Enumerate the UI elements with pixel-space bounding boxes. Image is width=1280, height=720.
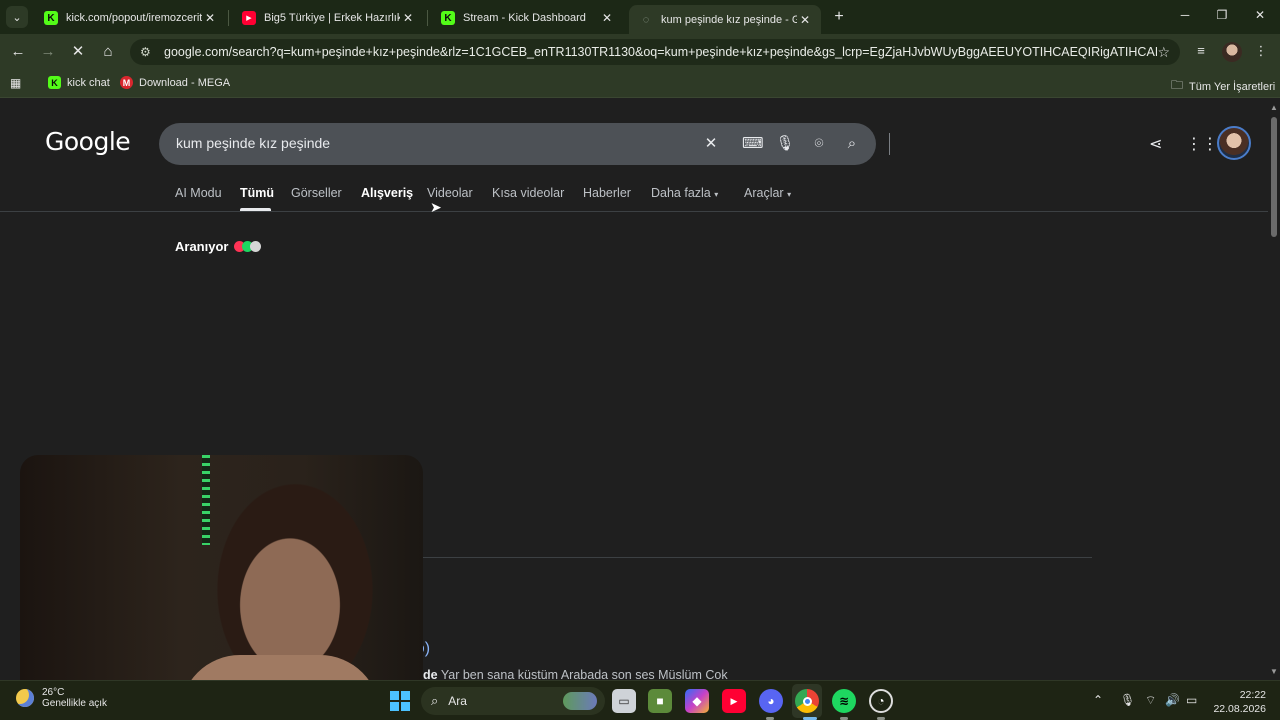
result-snippet: eşinde Yar ben sana küstüm Arabada son s… — [398, 668, 728, 680]
browser-tabstrip: ⌄ K kick.com/popout/iremozceritt/c ✕ ▶ B… — [0, 0, 1280, 34]
battery-icon[interactable]: ▭ — [1186, 693, 1197, 707]
youtube-icon[interactable]: ▶ — [722, 689, 746, 713]
new-tab-plus-icon[interactable]: + — [830, 8, 848, 26]
chrome-icon[interactable] — [795, 689, 819, 713]
minimize-icon[interactable]: ─ — [1175, 8, 1195, 22]
search-divider — [889, 133, 890, 155]
tab-ai-mode[interactable]: AI Modu — [175, 186, 222, 200]
windows-start-icon[interactable] — [390, 691, 410, 711]
minecraft-icon[interactable]: ■ — [648, 689, 672, 713]
restore-icon[interactable]: ❐ — [1212, 8, 1232, 22]
kick-icon: K — [44, 11, 58, 25]
weather-widget[interactable]: 26°C Genellikle açık — [16, 687, 107, 709]
folder-icon: 🗀 — [1171, 78, 1184, 92]
tab-google-search[interactable]: ◌ kum peşinde kız peşinde - Goog ✕ — [629, 5, 821, 34]
loading-spinner-icon: ◌ — [642, 13, 650, 26]
account-avatar[interactable] — [1217, 126, 1251, 160]
discord-icon[interactable]: ◕ — [759, 689, 783, 713]
google-apps-icon[interactable]: ⋮⋮ — [1186, 134, 1218, 154]
volume-icon[interactable]: 🔊 — [1165, 693, 1180, 707]
tab-news[interactable]: Haberler — [583, 186, 631, 200]
webcam-overlay — [20, 455, 423, 717]
close-tab-icon[interactable]: ✕ — [202, 11, 218, 25]
tab-short-videos[interactable]: Kısa videolar — [492, 186, 564, 200]
tab-separator — [427, 10, 428, 26]
bookmark-star-icon[interactable]: ☆ — [1157, 44, 1170, 61]
youtube-icon: ▶ — [242, 11, 256, 25]
taskbar-clock[interactable]: 22:22 22.08.2026 — [1212, 688, 1266, 716]
kick-icon: K — [441, 11, 455, 25]
address-bar[interactable]: ⚙ google.com/search?q=kum+peşinde+kız+pe… — [130, 39, 1180, 65]
share-icon[interactable]: ⋖ — [1149, 134, 1162, 154]
scrollbar-thumb[interactable] — [1271, 117, 1277, 237]
tab-kick-popout[interactable]: K kick.com/popout/iremozceritt/c ✕ — [34, 4, 226, 32]
dropdown-caret-icon: ▾ — [787, 190, 792, 199]
site-info-icon[interactable]: ⚙ — [140, 45, 154, 59]
taskbar-search[interactable]: ⌕ Ara — [421, 687, 605, 715]
close-tab-icon[interactable]: ✕ — [797, 13, 813, 27]
search-input[interactable]: kum peşinde kız peşinde — [176, 135, 330, 151]
scroll-down-icon[interactable]: ▼ — [1270, 667, 1278, 676]
task-view-icon[interactable]: ▭ — [612, 689, 636, 713]
tab-separator — [228, 10, 229, 26]
home-icon[interactable]: ⌂ — [98, 42, 118, 62]
search-icon[interactable]: ⌕ — [842, 134, 862, 154]
page-scrollbar[interactable]: ▲ ▼ — [1268, 99, 1280, 680]
tab-tools[interactable]: Araçlar ▾ — [744, 186, 791, 200]
close-tab-icon[interactable]: ✕ — [400, 11, 416, 25]
search-highlight-icon — [563, 692, 597, 710]
forward-arrow-icon[interactable]: → — [38, 42, 58, 62]
reading-list-icon[interactable]: ≡ — [1192, 43, 1210, 61]
close-window-icon[interactable]: ✕ — [1250, 8, 1270, 22]
results-divider — [420, 557, 1092, 558]
tab-more[interactable]: Daha fazla ▾ — [651, 186, 718, 200]
page-icon — [250, 241, 262, 252]
source-favicons — [234, 241, 262, 252]
tab-shopping[interactable]: Alışveriş — [361, 186, 413, 200]
tab-all[interactable]: Tümü — [240, 186, 274, 200]
tab-images[interactable]: Görseller — [291, 186, 342, 200]
scroll-up-icon[interactable]: ▲ — [1270, 103, 1278, 112]
microphone-icon[interactable]: 🎙 — [775, 134, 795, 154]
mouse-cursor-icon: ➤ — [430, 199, 442, 215]
search-box[interactable]: kum peşinde kız peşinde ✕ ⌨ 🎙 ⌾ ⌕ — [159, 123, 890, 165]
tab-search-chevron-icon[interactable]: ⌄ — [6, 6, 28, 28]
profile-avatar[interactable] — [1222, 42, 1242, 62]
all-bookmarks-folder[interactable]: 🗀 Tüm Yer İşaretleri — [1171, 76, 1275, 97]
tab-youtube-big5[interactable]: ▶ Big5 Türkiye | Erkek Hazırlık Sez ✕ — [232, 4, 424, 32]
spotify-icon[interactable]: ≋ — [832, 689, 856, 713]
moon-weather-icon — [16, 689, 34, 707]
wifi-icon[interactable]: ⌔ — [1145, 693, 1156, 708]
tray-overflow-chevron-icon[interactable]: ⌃ — [1093, 693, 1103, 707]
led-light-strip — [202, 455, 210, 545]
search-icon: ⌕ — [431, 693, 439, 708]
searching-indicator: Aranıyor — [175, 239, 262, 254]
bookmark-mega[interactable]: M Download - MEGA — [120, 76, 230, 89]
browser-toolbar: ← → ✕ ⌂ ⚙ google.com/search?q=kum+peşind… — [0, 34, 1280, 70]
dropdown-caret-icon: ▾ — [714, 190, 719, 199]
more-menu-icon[interactable]: ⋮ — [1252, 43, 1270, 61]
tab-kick-dashboard[interactable]: K Stream - Kick Dashboard ✕ — [431, 4, 623, 32]
stop-loading-icon[interactable]: ✕ — [68, 42, 88, 62]
lens-camera-icon[interactable]: ⌾ — [809, 134, 829, 154]
tab-videos[interactable]: Videolar — [427, 186, 473, 200]
bookmark-kick-chat[interactable]: K kick chat — [48, 76, 110, 89]
bookmarks-bar: ▦ K kick chat M Download - MEGA 🗀 Tüm Ye… — [0, 70, 1280, 98]
clear-search-icon[interactable]: ✕ — [701, 134, 721, 154]
apps-grid-icon[interactable]: ▦ — [10, 76, 21, 90]
kick-icon: K — [48, 76, 61, 89]
mega-icon: M — [120, 76, 133, 89]
copilot-icon[interactable]: ◆ — [685, 689, 709, 713]
close-tab-icon[interactable]: ✕ — [599, 11, 615, 25]
windows-taskbar: 26°C Genellikle açık ⌕ Ara ▭ ■ ◆ ▶ ◕ ≋ ◔… — [0, 680, 1280, 720]
address-url[interactable]: google.com/search?q=kum+peşinde+kız+peşi… — [164, 45, 1157, 59]
header-divider — [0, 211, 1268, 212]
steam-icon[interactable]: ◔ — [869, 689, 893, 713]
keyboard-icon[interactable]: ⌨ — [742, 134, 764, 154]
microphone-tray-icon[interactable]: 🎙 — [1120, 693, 1135, 707]
back-arrow-icon[interactable]: ← — [8, 42, 28, 62]
google-logo[interactable]: Google — [45, 127, 131, 156]
